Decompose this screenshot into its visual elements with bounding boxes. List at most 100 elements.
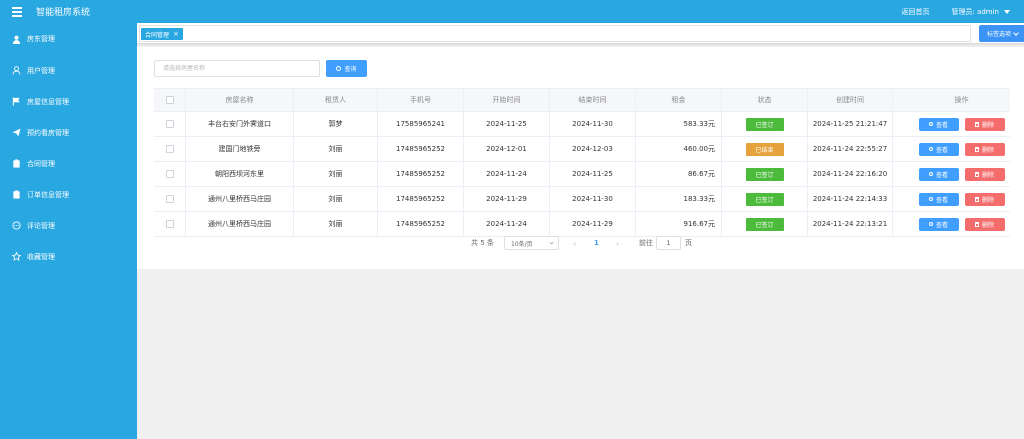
row-checkbox[interactable] <box>165 120 174 128</box>
row-checkbox[interactable] <box>165 220 174 228</box>
column-header: 房屋名称 <box>186 89 294 111</box>
created-time-cell: 2024-11-25 21:21:47 <box>808 112 893 136</box>
prev-page-button[interactable]: ‹ <box>573 239 576 248</box>
person-icon <box>12 66 21 75</box>
view-button[interactable]: 查看 <box>918 142 959 156</box>
end-date-cell: 2024-11-25 <box>550 162 636 186</box>
sidebar-item-users[interactable]: 用户管理 <box>0 55 137 86</box>
rent-cell: 460.00元 <box>636 137 722 161</box>
sidebar-item-houses[interactable]: 房屋信息管理 <box>0 86 137 117</box>
sidebar-item-landlords[interactable]: 房东管理 <box>0 23 137 55</box>
start-date-cell: 2024-11-25 <box>464 112 550 136</box>
end-date-cell: 2024-11-30 <box>550 187 636 211</box>
select-all-checkbox[interactable] <box>165 96 174 104</box>
goto-label: 前往 <box>639 239 653 247</box>
back-home-link[interactable]: 返回首页 <box>901 7 929 17</box>
view-button[interactable]: 查看 <box>918 167 959 181</box>
chat-icon <box>12 221 21 230</box>
search-button[interactable]: 查询 <box>326 60 367 77</box>
sidebar-item-label: 合同管理 <box>27 159 55 168</box>
table-row: 丰台右安门外霁道口 郭梦 17585965241 2024-11-25 2024-11-… <box>154 112 1010 137</box>
sidebar: 房东管理 用户管理 房屋信息管理 预约看房管理 合同管理 订单信息管理 评论管理… <box>0 23 137 439</box>
delete-button[interactable]: 删除 <box>964 117 1005 131</box>
status-badge: 已签订 <box>745 117 784 131</box>
view-button-label: 查看 <box>935 146 948 154</box>
view-button[interactable]: 查看 <box>918 117 959 131</box>
table-row: 朝阳西坝河东里 刘丽 17485965252 2024-11-24 2024-11-25… <box>154 162 1010 187</box>
table-body: 丰台右安门外霁道口 郭梦 17585965241 2024-11-25 2024-11-… <box>154 112 1010 237</box>
column-header: 结束时间 <box>550 89 636 111</box>
row-select-cell <box>154 187 186 211</box>
delete-button-label: 删除 <box>981 221 994 229</box>
row-select-cell <box>154 137 186 161</box>
search-icon <box>928 197 933 201</box>
search-icon <box>928 147 933 151</box>
actions-cell: 查看 删除 <box>893 137 1024 161</box>
flag-icon <box>12 97 21 106</box>
actions-cell: 查看 删除 <box>893 187 1024 211</box>
sidebar-item-favorites[interactable]: 收藏管理 <box>0 241 137 272</box>
sidebar-item-comments[interactable]: 评论管理 <box>0 210 137 241</box>
search-button-label: 查询 <box>344 66 357 73</box>
column-header: 租赁人 <box>294 89 378 111</box>
star-icon <box>12 252 21 261</box>
page-number-current[interactable]: 1 <box>594 239 599 247</box>
header-right: 返回首页 管理员: admin <box>901 7 1010 17</box>
created-time-cell: 2024-11-24 22:14:33 <box>808 187 893 211</box>
status-cell: 已签订 <box>722 162 808 186</box>
house-name-cell: 丰台右安门外霁道口 <box>186 112 294 136</box>
tenant-cell: 郭梦 <box>294 112 378 136</box>
rent-cell: 86.67元 <box>636 162 722 186</box>
sidebar-item-label: 预约看房管理 <box>27 128 69 137</box>
sidebar-item-orders[interactable]: 订单信息管理 <box>0 179 137 210</box>
house-name-search-input[interactable] <box>154 60 320 77</box>
sidebar-item-viewings[interactable]: 预约看房管理 <box>0 117 137 148</box>
status-cell: 已签订 <box>722 212 808 236</box>
tab-options-button[interactable]: 标签选项 <box>979 25 1024 42</box>
menu-toggle-icon[interactable] <box>12 6 28 17</box>
delete-button-label: 删除 <box>981 171 994 179</box>
row-select-cell <box>154 162 186 186</box>
chevron-down-icon <box>549 240 554 245</box>
sidebar-item-label: 评论管理 <box>27 221 55 230</box>
admin-menu[interactable]: 管理员: admin <box>951 7 1010 17</box>
delete-button[interactable]: 删除 <box>964 167 1005 181</box>
delete-button-label: 删除 <box>981 146 994 154</box>
search-icon <box>928 172 933 176</box>
house-name-cell: 通州八里桥西马庄园 <box>186 212 294 236</box>
sidebar-item-label: 房屋信息管理 <box>27 97 69 106</box>
row-checkbox[interactable] <box>165 170 174 178</box>
view-button[interactable]: 查看 <box>918 192 959 206</box>
select-all-cell <box>154 89 186 111</box>
column-header: 创建时间 <box>808 89 893 111</box>
phone-cell: 17485965252 <box>378 187 464 211</box>
app-title: 智能租房系统 <box>36 8 91 18</box>
next-page-button[interactable]: › <box>616 239 619 248</box>
view-button[interactable]: 查看 <box>918 217 959 231</box>
rent-cell: 583.33元 <box>636 112 722 136</box>
close-icon[interactable]: × <box>173 30 179 38</box>
sidebar-item-label: 房东管理 <box>27 35 55 43</box>
search-icon <box>928 122 933 126</box>
actions-cell: 查看 删除 <box>893 162 1024 186</box>
column-header: 操作 <box>954 96 969 104</box>
delete-button[interactable]: 删除 <box>964 192 1005 206</box>
delete-button-label: 删除 <box>981 196 994 204</box>
row-checkbox[interactable] <box>165 195 174 203</box>
table-row: 通州八里桥西马庄园 刘丽 17485965252 2024-11-29 2024-11-… <box>154 187 1010 212</box>
actions-cell: 查看 删除 <box>893 212 1024 236</box>
end-date-cell: 2024-12-03 <box>550 137 636 161</box>
tab-contracts[interactable]: 合同管理 × <box>141 28 183 40</box>
delete-button[interactable]: 删除 <box>964 217 1005 231</box>
sidebar-item-contracts[interactable]: 合同管理 <box>0 148 137 179</box>
delete-button[interactable]: 删除 <box>964 142 1005 156</box>
created-time-cell: 2024-11-24 22:16:20 <box>808 162 893 186</box>
status-badge: 已结束 <box>745 142 784 156</box>
main-content: 查询 房屋名称 租赁人 手机号 开始时间 结束时间 租金 状态 创建时间 操作 … <box>137 47 1024 269</box>
pagination: 共 5 条 10条/页 ‹ 1 › 前往 页 <box>137 235 1024 251</box>
row-checkbox[interactable] <box>165 145 174 153</box>
rent-cell: 183.33元 <box>636 187 722 211</box>
page-size-select[interactable]: 10条/页 <box>504 236 559 250</box>
goto-page-input[interactable] <box>656 236 681 250</box>
column-header: 开始时间 <box>464 89 550 111</box>
